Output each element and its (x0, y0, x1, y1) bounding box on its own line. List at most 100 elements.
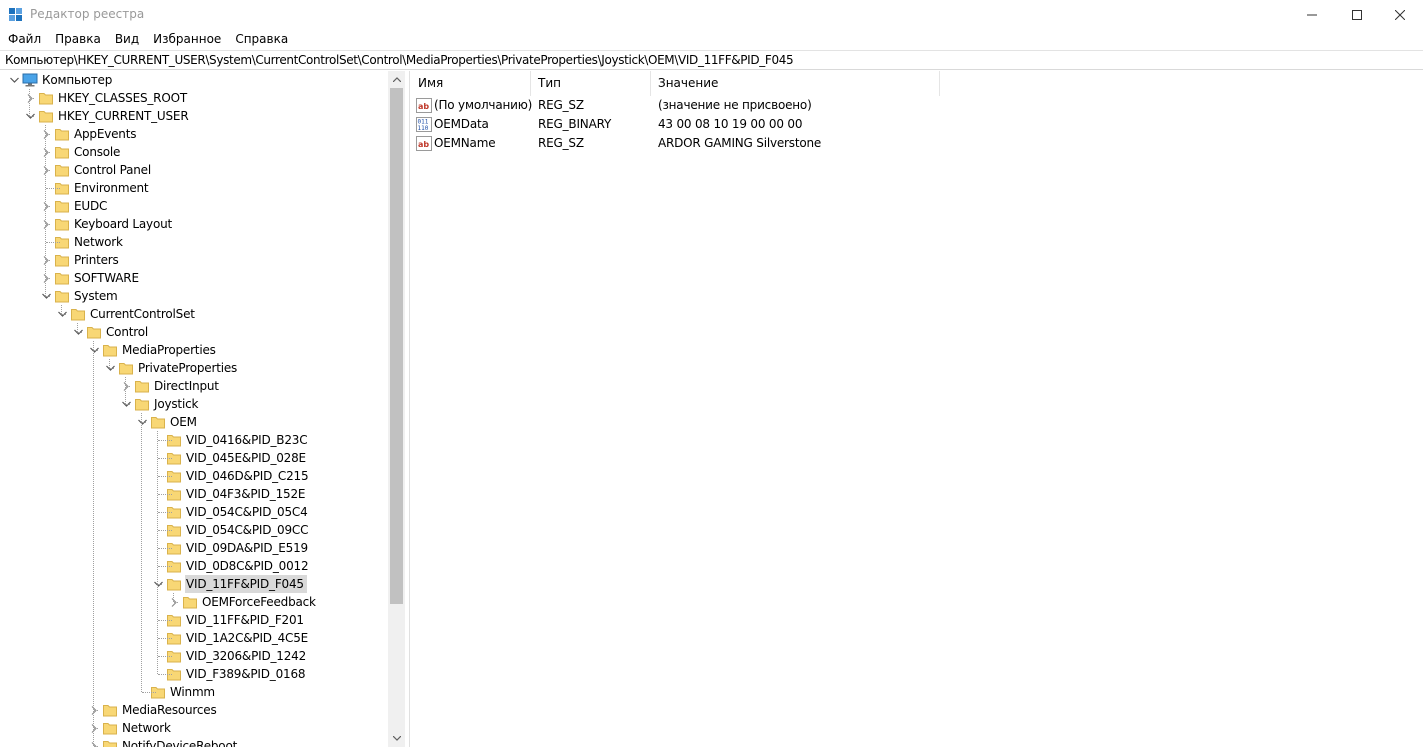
values-list-pane[interactable]: Имя Тип Значение ab (По умолчанию) REG_S… (411, 71, 1423, 747)
tree-connector-line (126, 404, 130, 405)
scroll-up-button[interactable] (388, 71, 405, 88)
tree-node[interactable]: VID_0416&PID_B23C (150, 431, 310, 449)
address-path[interactable]: Компьютер\HKEY_CURRENT_USER\System\Curre… (5, 53, 794, 67)
tree-node[interactable]: VID_045E&PID_028E (150, 449, 309, 467)
scroll-thumb[interactable] (390, 88, 403, 604)
tree-node-label: MediaResources (122, 703, 217, 717)
tree-node-label: PrivateProperties (138, 361, 238, 375)
chevron-down-icon[interactable] (6, 71, 22, 89)
menu-help[interactable]: Справка (228, 29, 295, 49)
tree-node-label: Network (122, 721, 171, 735)
tree-node[interactable]: VID_046D&PID_C215 (150, 467, 311, 485)
tree-vertical-scrollbar[interactable] (388, 71, 405, 747)
maximize-button[interactable] (1334, 0, 1380, 29)
tree-node-label: Winmm (170, 685, 215, 699)
key-tree-pane[interactable]: Компьютер HKEY_CLASSES_ROOT HKEY_CURRENT_U… (0, 71, 405, 747)
value-row[interactable]: ab OEMName REG_SZ ARDOR GAMING Silversto… (411, 134, 1423, 153)
tree-connector-line (78, 332, 82, 333)
tree-node[interactable]: Keyboard Layout (38, 215, 175, 233)
tree-node[interactable]: VID_11FF&PID_F045 (150, 575, 307, 593)
scroll-down-button[interactable] (388, 730, 405, 747)
tree-node[interactable]: VID_F389&PID_0168 (150, 665, 308, 683)
tree-node-label: VID_11FF&PID_F201 (186, 613, 304, 627)
tree-node-label: Компьютер (42, 73, 113, 87)
tree-node-label: VID_046D&PID_C215 (186, 469, 309, 483)
column-header-data[interactable]: Значение (651, 71, 940, 96)
tree-connector-line (158, 494, 172, 495)
value-data: ARDOR GAMING Silverstone (658, 136, 822, 150)
tree-node[interactable]: NotifyDeviceReboot (86, 737, 240, 747)
tree-node[interactable]: CurrentControlSet (54, 305, 198, 323)
tree-node[interactable]: Control Panel (38, 161, 154, 179)
minimize-icon (1307, 14, 1317, 15)
tree-connector-line (29, 89, 30, 116)
tree-node[interactable]: VID_054C&PID_09CC (150, 521, 311, 539)
menu-bar: Файл Правка Вид Избранное Справка (0, 29, 1423, 49)
tree-connector-line (61, 305, 62, 314)
minimize-button[interactable] (1289, 0, 1335, 29)
tree-connector-line (158, 512, 172, 513)
tree-node[interactable]: Control (70, 323, 151, 341)
folder-icon (54, 161, 70, 179)
title-bar: Редактор реестра (0, 0, 1423, 29)
tree-node-label: VID_0416&PID_B23C (186, 433, 308, 447)
tree-node[interactable]: Компьютер (6, 71, 115, 89)
tree-node[interactable]: MediaResources (86, 701, 220, 719)
close-button[interactable] (1377, 0, 1423, 29)
menu-favorites[interactable]: Избранное (146, 29, 228, 49)
pane-splitter[interactable] (405, 71, 410, 747)
tree-node[interactable]: VID_054C&PID_05C4 (150, 503, 311, 521)
value-row[interactable]: 011 110 OEMData REG_BINARY 43 00 08 10 19… (411, 115, 1423, 134)
menu-view[interactable]: Вид (108, 29, 146, 49)
computer-icon (22, 71, 38, 89)
tree-node[interactable]: VID_1A2C&PID_4C5E (150, 629, 311, 647)
tree-node[interactable]: Joystick (118, 395, 201, 413)
folder-icon (102, 719, 118, 737)
tree-node-label: SOFTWARE (74, 271, 139, 285)
tree-node-label: VID_0D8C&PID_0012 (186, 559, 309, 573)
tree-node[interactable]: AppEvents (38, 125, 139, 143)
tree-node[interactable]: Printers (38, 251, 122, 269)
tree-node-label: VID_045E&PID_028E (186, 451, 306, 465)
tree-node-label: VID_3206&PID_1242 (186, 649, 307, 663)
menu-edit[interactable]: Правка (48, 29, 108, 49)
tree-connector-line (46, 296, 50, 297)
column-header-name[interactable]: Имя (411, 71, 531, 96)
tree-node[interactable]: HKEY_CLASSES_ROOT (22, 89, 190, 107)
tree-node-label: NotifyDeviceReboot (122, 739, 238, 747)
tree-node[interactable]: SOFTWARE (38, 269, 142, 287)
chevron-up-icon (392, 77, 401, 82)
tree-node-label: EUDC (74, 199, 108, 213)
tree-node[interactable]: VID_0D8C&PID_0012 (150, 557, 311, 575)
tree-node[interactable]: Console (38, 143, 123, 161)
tree-connector-line (109, 359, 110, 368)
tree-node[interactable]: PrivateProperties (102, 359, 240, 377)
tree-node[interactable]: VID_11FF&PID_F201 (150, 611, 307, 629)
tree-node[interactable]: VID_04F3&PID_152E (150, 485, 308, 503)
value-name: OEMData (434, 117, 489, 131)
tree-node[interactable]: System (38, 287, 121, 305)
tree-node[interactable]: VID_09DA&PID_E519 (150, 539, 311, 557)
column-header-type[interactable]: Тип (531, 71, 651, 96)
tree-node[interactable]: HKEY_CURRENT_USER (22, 107, 191, 125)
tree-node[interactable]: DirectInput (118, 377, 222, 395)
svg-text:110: 110 (418, 125, 429, 132)
tree-node-label: AppEvents (74, 127, 137, 141)
tree-connector-line (46, 134, 50, 135)
tree-node-label: System (74, 289, 118, 303)
tree-connector-line (62, 314, 66, 315)
tree-node[interactable]: MediaProperties (86, 341, 219, 359)
tree-node[interactable]: Network (86, 719, 174, 737)
tree-connector-line (46, 170, 50, 171)
folder-icon (54, 215, 70, 233)
folder-icon (102, 341, 118, 359)
value-type: REG_SZ (538, 136, 584, 150)
tree-node[interactable]: VID_3206&PID_1242 (150, 647, 309, 665)
menu-file[interactable]: Файл (1, 29, 48, 49)
folder-icon (54, 269, 70, 287)
address-bar[interactable]: Компьютер\HKEY_CURRENT_USER\System\Curre… (0, 50, 1423, 70)
folder-icon (134, 395, 150, 413)
tree-node[interactable]: OEMForceFeedback (166, 593, 319, 611)
string-value-icon: ab (416, 98, 432, 113)
value-row[interactable]: ab (По умолчанию) REG_SZ (значение не пр… (411, 96, 1423, 115)
